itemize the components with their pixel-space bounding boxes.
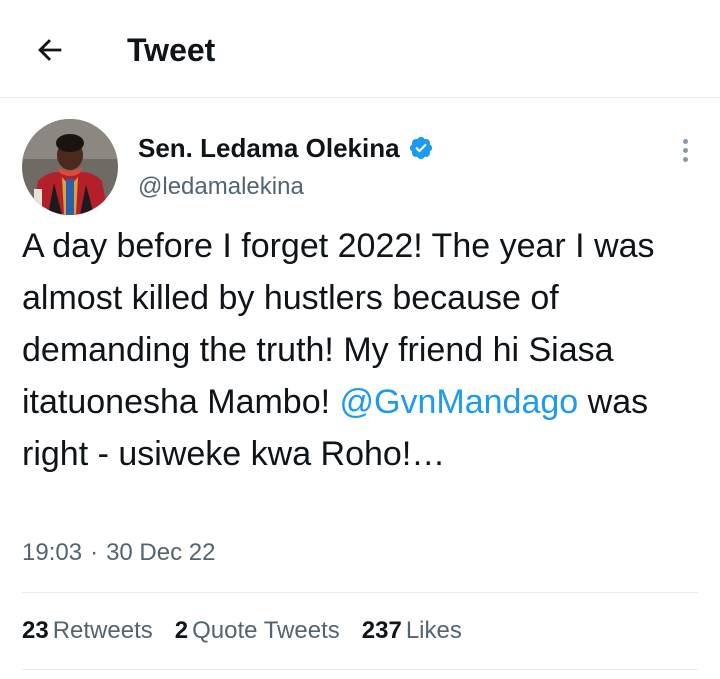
more-dots-icon	[682, 138, 688, 144]
page-title: Tweet	[127, 32, 216, 68]
quote-tweets-label: Quote Tweets	[192, 617, 340, 644]
arrow-left-icon	[38, 39, 62, 61]
top-bar: Tweet	[0, 0, 720, 98]
author-handle[interactable]: @ledamalekina	[138, 170, 304, 204]
back-button[interactable]	[30, 30, 70, 70]
mention-link[interactable]: @GvnMandago	[340, 383, 579, 421]
likes-stat[interactable]: 237 Likes	[362, 614, 462, 648]
quote-tweets-stat[interactable]: 2 Quote Tweets	[175, 614, 340, 648]
meta-separator: ·	[90, 539, 99, 566]
quote-tweets-count: 2	[174, 617, 189, 644]
tweet-stats-bar: 23 Retweets 2 Quote Tweets 237 Likes	[22, 592, 698, 670]
tweet-date[interactable]: 30 Dec 22	[106, 536, 215, 570]
tweet-time[interactable]: 19:03	[22, 536, 82, 570]
tweet-timestamp: 19:03 · 30 Dec 22	[22, 536, 215, 570]
profile-photo	[22, 119, 118, 215]
verified-badge-icon	[408, 135, 434, 161]
likes-label: Likes	[405, 617, 462, 644]
retweets-count: 23	[22, 617, 49, 644]
author-name-row: Sen. Ledama Olekina	[138, 128, 434, 168]
tweet-text: A day before I forget 2022! The year I w…	[22, 220, 702, 480]
avatar[interactable]	[22, 119, 118, 215]
author-display-name[interactable]: Sen. Ledama Olekina	[138, 128, 400, 168]
retweets-label: Retweets	[52, 617, 153, 644]
more-options-button[interactable]	[668, 130, 702, 170]
likes-count: 237	[361, 617, 402, 644]
retweets-stat[interactable]: 23 Retweets	[22, 614, 153, 648]
